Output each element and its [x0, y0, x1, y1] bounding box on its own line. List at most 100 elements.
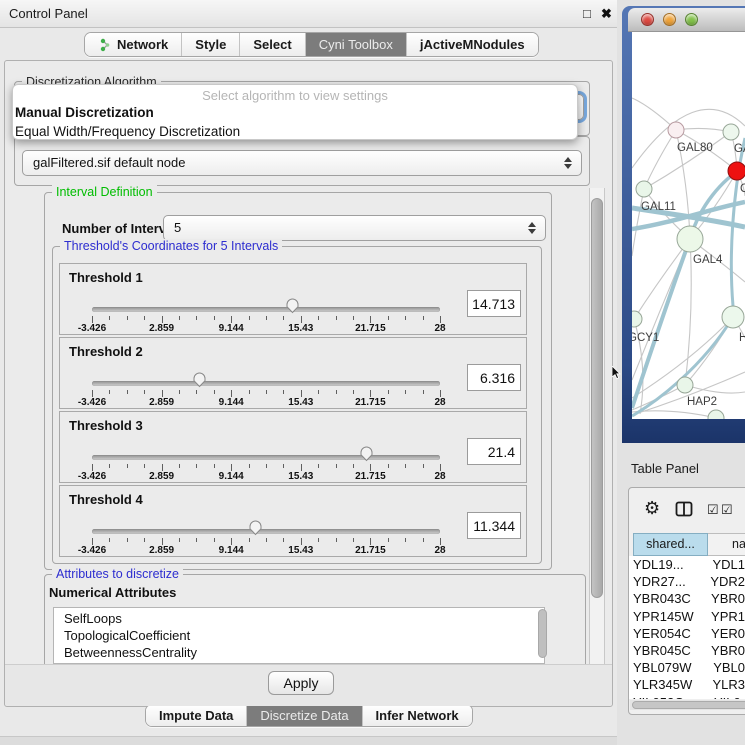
table-row[interactable]: YBR045CYBR0 [629, 642, 745, 659]
slider-thumb[interactable] [285, 297, 300, 314]
node-label: GAL4 [693, 254, 723, 266]
column-header-shared-name[interactable]: shared... [633, 533, 708, 556]
algorithm-option[interactable]: Equal Width/Frequency Discretization [13, 122, 577, 141]
thresholds-group: Threshold's Coordinates for 5 Intervals … [52, 246, 542, 564]
node-label: GAL80 [677, 142, 713, 154]
attribute-list: SelfLoopsTopologicalCoefficientBetweenne… [53, 607, 545, 664]
close-panel-icon[interactable]: ✖ [601, 6, 612, 22]
table-row[interactable]: YIL052CYIL0 [629, 694, 745, 700]
table-rows: YDL19...YDL1YDR27...YDR2YBR043CYBR0YPR14… [629, 556, 745, 699]
threshold-value-input[interactable] [467, 438, 521, 465]
checkbox-icon[interactable]: ☑ [721, 502, 733, 518]
table-hscrollbar-thumb[interactable] [632, 701, 745, 709]
network-canvas-svg: GAL80GACGAL11GAL4GCY1HHAP2 [632, 32, 745, 419]
slider-track[interactable] [92, 455, 440, 460]
tab-discretize-data[interactable]: Discretize Data [247, 705, 362, 726]
number-of-intervals-value: 5 [164, 216, 545, 240]
network-node[interactable] [632, 311, 642, 327]
attribute-list-item[interactable]: SelfLoops [54, 610, 544, 627]
slider-scale-label: 9.144 [196, 545, 266, 556]
apply-button[interactable]: Apply [268, 671, 334, 695]
table-data-combo-value: galFiltered.sif default node [23, 151, 581, 175]
slider-scale-label: 2.859 [127, 397, 197, 408]
table-cell: YPR1 [703, 608, 745, 625]
network-node[interactable] [723, 124, 739, 140]
main-scrollbar-thumb[interactable] [591, 198, 603, 598]
tab-style[interactable]: Style [182, 33, 240, 56]
interval-definition-title: Interval Definition [52, 185, 157, 199]
columns-icon[interactable] [675, 501, 693, 517]
algorithm-option[interactable]: Manual Discretization [13, 103, 577, 122]
table-row[interactable]: YDR27...YDR2 [629, 573, 745, 590]
slider-scale-label: 21.715 [335, 471, 405, 482]
slider-thumb[interactable] [192, 371, 207, 388]
threshold-panel: Threshold 4-3.4262.8599.14415.4321.71528 [59, 485, 527, 557]
slider-scale-label: 9.144 [196, 471, 266, 482]
threshold-panel: Threshold 1-3.4262.8599.14415.4321.71528 [59, 263, 527, 335]
threshold-value-input[interactable] [467, 290, 521, 317]
slider-track[interactable] [92, 307, 440, 312]
attribute-list-item[interactable]: TopologicalCoefficient [54, 627, 544, 644]
tab-select[interactable]: Select [240, 33, 305, 56]
table-row[interactable]: YBR043CYBR0 [629, 590, 745, 607]
slider-scale-label: 21.715 [335, 323, 405, 334]
tab-cyni-toolbox[interactable]: Cyni Toolbox [306, 33, 407, 56]
network-edge [685, 385, 745, 393]
table-row[interactable]: YDL19...YDL1 [629, 556, 745, 573]
table-cell: YDL19... [629, 556, 704, 573]
zoom-button[interactable] [685, 13, 698, 26]
checkbox-icon[interactable]: ☑ [707, 502, 719, 518]
table-cell: YER054C [629, 625, 703, 642]
tab-jactivemnodules[interactable]: jActiveMNodules [407, 33, 538, 56]
attributes-group: Attributes to discretize Numerical Attri… [44, 574, 586, 670]
network-node[interactable] [668, 122, 684, 138]
table-data-combo[interactable]: galFiltered.sif default node [22, 150, 582, 176]
float-window-icon[interactable]: □ [583, 6, 591, 21]
slider-scale-label: 2.859 [127, 471, 197, 482]
attribute-list-scrollbar[interactable] [538, 609, 547, 658]
table-cell: YBR0 [703, 642, 745, 659]
control-panel-title: Control Panel [9, 0, 88, 28]
mouse-cursor [612, 366, 622, 380]
gear-icon[interactable]: ⚙ [644, 498, 660, 519]
slider-thumb[interactable] [359, 445, 374, 462]
minimize-button[interactable] [663, 13, 676, 26]
table-row[interactable]: YLR345WYLR3 [629, 676, 745, 693]
threshold-value-input[interactable] [467, 512, 521, 539]
table-row[interactable]: YBL079WYBL0 [629, 659, 745, 676]
table-cell: YLR345W [629, 676, 704, 693]
network-node[interactable] [677, 226, 703, 252]
slider-scale-label: 21.715 [335, 397, 405, 408]
table-row[interactable]: YER054CYER0 [629, 625, 745, 642]
network-node[interactable] [708, 410, 724, 419]
threshold-panel: Threshold 2-3.4262.8599.14415.4321.71528 [59, 337, 527, 409]
bottom-tabs: Impute DataDiscretize DataInfer Network [145, 704, 473, 727]
threshold-label: Threshold 2 [69, 344, 143, 359]
threshold-value-input[interactable] [467, 364, 521, 391]
table-cell: YER0 [703, 625, 745, 642]
tab-impute-data[interactable]: Impute Data [146, 705, 247, 726]
tab-infer-network[interactable]: Infer Network [363, 705, 472, 726]
slider-track[interactable] [92, 529, 440, 534]
network-canvas[interactable]: GAL80GACGAL11GAL4GCY1HHAP2 [632, 32, 745, 419]
slider-scale-label: 15.43 [266, 397, 336, 408]
slider-scale-label: 28 [405, 545, 475, 556]
network-node[interactable] [722, 306, 744, 328]
table-cell: YBL079W [629, 659, 705, 676]
slider-track[interactable] [92, 381, 440, 386]
slider-thumb[interactable] [248, 519, 263, 536]
table-row[interactable]: YPR145WYPR1 [629, 608, 745, 625]
network-node[interactable] [636, 181, 652, 197]
close-button[interactable] [641, 13, 654, 26]
table-panel-title: Table Panel [631, 461, 699, 476]
attribute-list-item[interactable]: BetweennessCentrality [54, 644, 544, 661]
slider-scale-label: 15.43 [266, 471, 336, 482]
column-header-name[interactable]: na [708, 533, 745, 556]
tab-label: jActiveMNodules [420, 37, 525, 52]
network-node[interactable] [677, 377, 693, 393]
tab-label: Select [253, 37, 291, 52]
number-of-intervals-combo[interactable]: 5 [163, 215, 546, 241]
network-node[interactable] [728, 162, 745, 180]
slider-scale-label: 15.43 [266, 323, 336, 334]
tab-network[interactable]: Network [85, 33, 182, 56]
